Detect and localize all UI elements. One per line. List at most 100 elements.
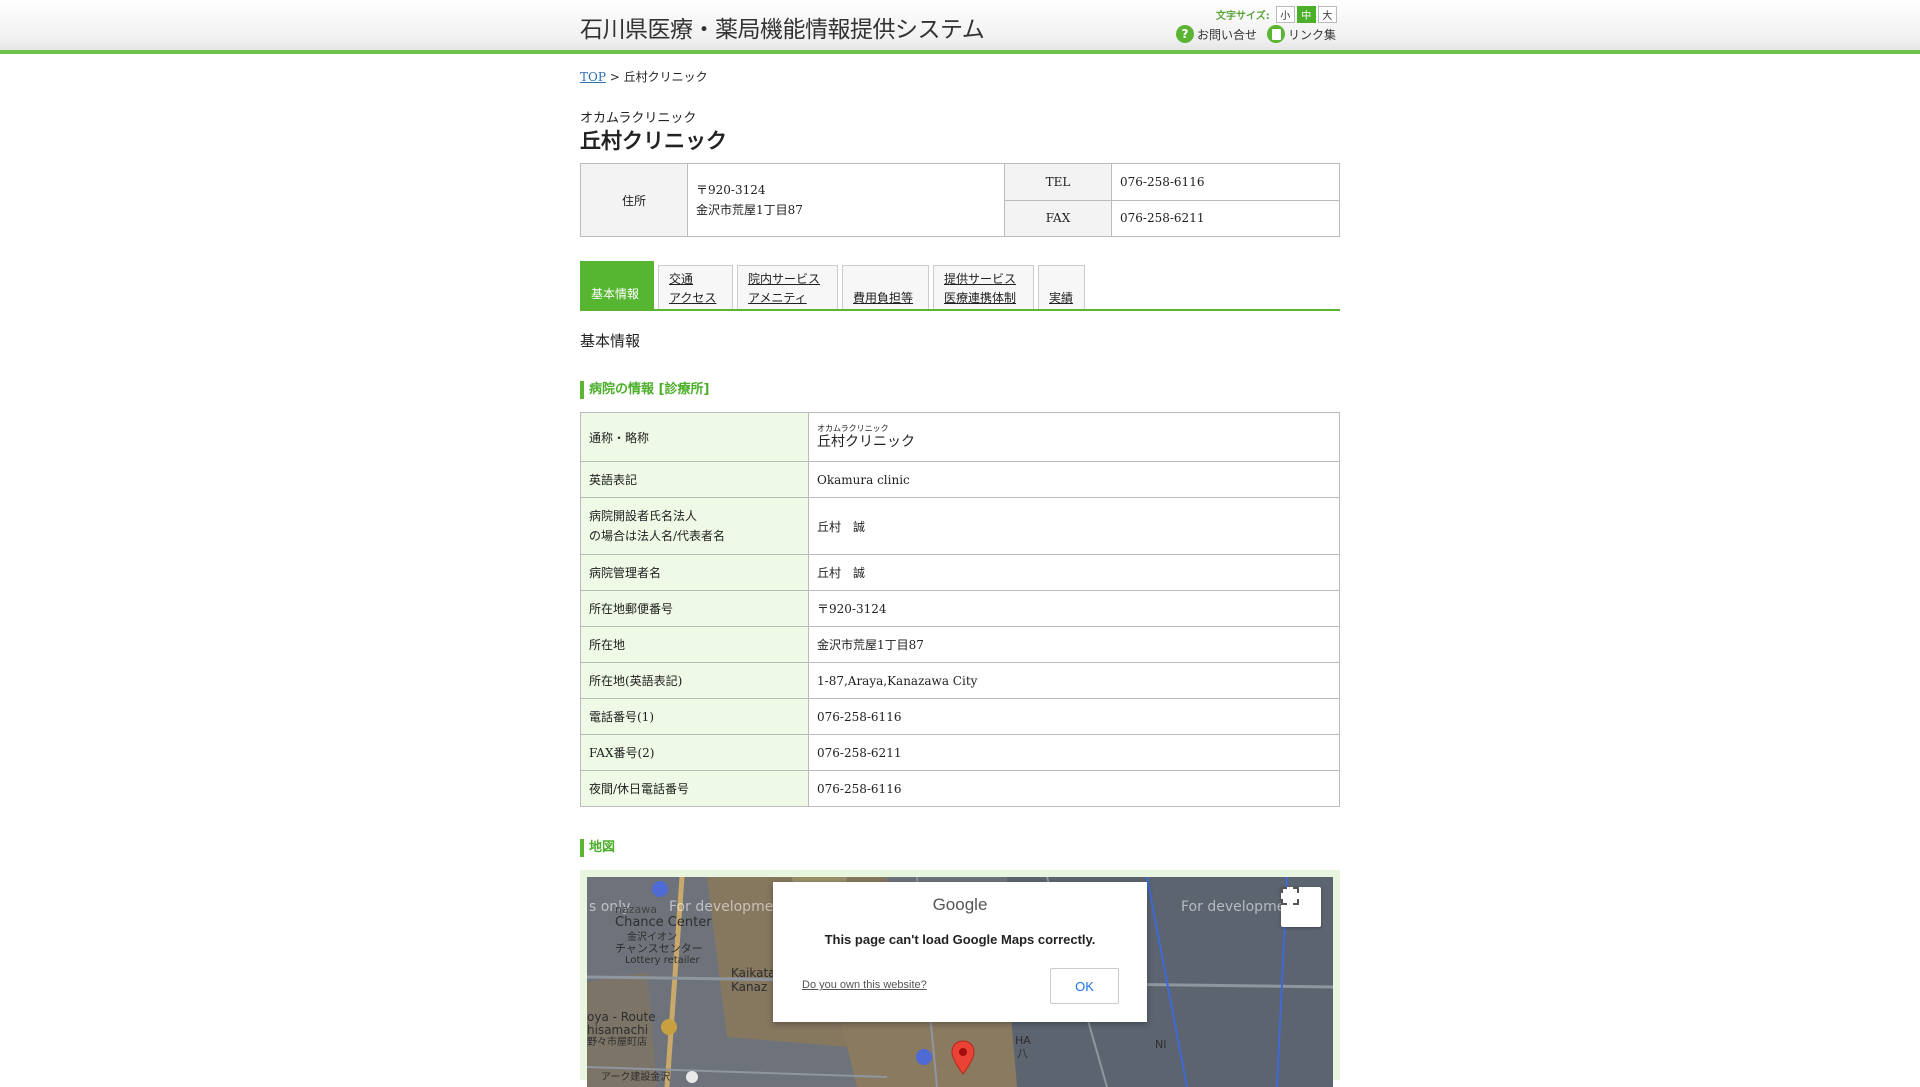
poi-icon bbox=[652, 881, 668, 897]
row-key-line1: 病院開設者氏名法人 bbox=[589, 509, 698, 523]
links-label: リンク集 bbox=[1288, 27, 1337, 42]
table-row: 英語表記 Okamura clinic bbox=[580, 461, 1340, 498]
row-value: オカムラクリニック 丘村クリニック bbox=[808, 412, 1340, 462]
map-label-lottery: Lottery retailer bbox=[625, 955, 700, 966]
table-row: 所在地 金沢市荒屋1丁目87 bbox=[580, 626, 1340, 663]
contact-link[interactable]: ? お問い合せ bbox=[1176, 25, 1257, 43]
map-label-shisa: hisamachi bbox=[587, 1023, 649, 1037]
row-key: 夜間/休日電話番号 bbox=[580, 770, 809, 807]
row-value: 丘村 誠 bbox=[808, 497, 1340, 555]
header-links: ? お問い合せ リンク集 bbox=[1176, 25, 1336, 43]
map-label-kaikata: Kaikata bbox=[731, 966, 776, 980]
section-title: 基本情報 bbox=[580, 332, 641, 350]
row-value: Okamura clinic bbox=[808, 461, 1340, 498]
google-logo: Google bbox=[932, 895, 988, 914]
map-label-shop: 野々市屋町店 bbox=[587, 1037, 647, 1048]
dev-watermark-right: For developme bbox=[1181, 899, 1286, 915]
tel-value: 076-258-6116 bbox=[1111, 163, 1340, 201]
row-key: 所在地(英語表記) bbox=[580, 662, 809, 699]
row-value: 金沢市荒屋1丁目87 bbox=[808, 626, 1340, 663]
table-row: 所在地(英語表記) 1-87,Araya,Kanazawa City bbox=[580, 662, 1340, 699]
fullscreen-icon bbox=[1281, 887, 1299, 905]
own-website-link[interactable]: Do you own this website? bbox=[802, 979, 927, 991]
table-row: 電話番号(1) 076-258-6116 bbox=[580, 698, 1340, 735]
ok-button[interactable]: OK bbox=[1050, 968, 1119, 1004]
map-label-chance-jp: チャンスセンター bbox=[615, 942, 703, 955]
font-size-large-button[interactable]: 大 bbox=[1317, 6, 1337, 23]
tab-results-label: 実績 bbox=[1049, 291, 1074, 305]
font-size-medium-button[interactable]: 中 bbox=[1296, 6, 1316, 23]
row-value: 076-258-6116 bbox=[808, 770, 1340, 807]
table-row: FAX番号(2) 076-258-6211 bbox=[580, 734, 1340, 771]
row-value: 076-258-6211 bbox=[808, 734, 1340, 771]
map-label-ha-jp: 八 bbox=[1017, 1047, 1028, 1060]
map-label-kanaz: Kanaz bbox=[731, 980, 768, 994]
tel-label: TEL bbox=[1004, 163, 1112, 201]
site-header: 石川県医療・薬局機能情報提供システム 文字サイズ: 小 中 大 ? お問い合せ … bbox=[0, 0, 1920, 54]
atm-icon bbox=[916, 1049, 932, 1065]
font-size-label: 文字サイズ: bbox=[1216, 11, 1270, 22]
table-row: 通称・略称 オカムラクリニック 丘村クリニック bbox=[580, 412, 1340, 462]
map-label-route: oya - Route bbox=[587, 1010, 656, 1024]
document-icon bbox=[1267, 25, 1286, 43]
tab-access-line1: 交通 bbox=[669, 272, 694, 286]
map-label-ha: HA bbox=[1015, 1034, 1031, 1047]
tab-services-line1: 提供サービス bbox=[944, 272, 1017, 286]
map-heading: 地図 bbox=[580, 839, 615, 857]
hospital-info-heading: 病院の情報 [診療所] bbox=[580, 381, 709, 399]
tab-results[interactable]: 実績 bbox=[1038, 265, 1085, 309]
fax-value: 076-258-6211 bbox=[1111, 199, 1340, 237]
tab-services[interactable]: 提供サービス 医療連携体制 bbox=[933, 265, 1034, 309]
font-size-small-button[interactable]: 小 bbox=[1275, 6, 1295, 23]
maps-error-dialog: Google This page can't load Google Maps … bbox=[773, 882, 1147, 1022]
tab-amenity-line1: 院内サービス bbox=[748, 272, 821, 286]
site-title[interactable]: 石川県医療・薬局機能情報提供システム bbox=[580, 10, 985, 44]
table-row: 所在地郵便番号 〒920-3124 bbox=[580, 590, 1340, 627]
tab-amenity[interactable]: 院内サービス アメニティ bbox=[737, 265, 838, 309]
dev-watermark-mid: For developme bbox=[669, 899, 774, 915]
tab-basic-info[interactable]: 基本情報 bbox=[580, 261, 654, 309]
map-label-chance-en: Chance Center bbox=[615, 915, 712, 930]
map-marker-icon[interactable] bbox=[951, 1040, 975, 1076]
restaurant-icon bbox=[661, 1019, 677, 1035]
summary-postal: 〒920-3124 bbox=[696, 183, 766, 197]
table-row: 病院管理者名 丘村 誠 bbox=[580, 554, 1340, 591]
breadcrumb-top-link[interactable]: TOP bbox=[580, 70, 606, 84]
summary-address: 金沢市荒屋1丁目87 bbox=[696, 203, 803, 217]
tab-services-line2: 医療連携体制 bbox=[944, 291, 1017, 305]
row-value: 丘村 誠 bbox=[808, 554, 1340, 591]
row-value: 1-87,Araya,Kanazawa City bbox=[808, 662, 1340, 699]
fax-label: FAX bbox=[1004, 199, 1112, 237]
breadcrumb-current: 丘村クリニック bbox=[623, 70, 708, 84]
fullscreen-button[interactable] bbox=[1281, 887, 1321, 927]
row-key-line2: の場合は法人名/代表者名 bbox=[589, 529, 726, 543]
row-value: 076-258-6116 bbox=[808, 698, 1340, 735]
map-label-bottom: アーク建設金沢 bbox=[601, 1072, 671, 1083]
hospital-info-table: 通称・略称 オカムラクリニック 丘村クリニック 英語表記 Okamura cli… bbox=[580, 412, 1340, 807]
question-icon: ? bbox=[1176, 25, 1194, 43]
row-key: 電話番号(1) bbox=[580, 698, 809, 735]
tab-cost[interactable]: 費用負担等 bbox=[842, 265, 929, 309]
tab-basic-info-label: 基本情報 bbox=[591, 287, 640, 301]
address-cell: 〒920-3124 金沢市荒屋1丁目87 bbox=[687, 163, 1005, 237]
map-label-ni: NI bbox=[1155, 1038, 1167, 1051]
row-key: 英語表記 bbox=[580, 461, 809, 498]
maps-error-message: This page can't load Google Maps correct… bbox=[824, 932, 1096, 947]
row-key: FAX番号(2) bbox=[580, 734, 809, 771]
tab-access-line2: アクセス bbox=[669, 291, 717, 305]
links-link[interactable]: リンク集 bbox=[1267, 25, 1336, 43]
tab-access[interactable]: 交通 アクセス bbox=[658, 265, 733, 309]
font-size-switcher: 文字サイズ: 小 中 大 bbox=[1216, 6, 1337, 23]
breadcrumb-separator: > bbox=[609, 70, 620, 84]
row-key: 病院管理者名 bbox=[580, 554, 809, 591]
table-row: 病院開設者氏名法人 の場合は法人名/代表者名 丘村 誠 bbox=[580, 497, 1340, 555]
name-ruby: オカムラクリニック bbox=[817, 424, 889, 433]
address-label: 住所 bbox=[580, 163, 688, 237]
facility-name-kana: オカムラクリニック bbox=[580, 111, 697, 126]
row-key: 所在地郵便番号 bbox=[580, 590, 809, 627]
summary-table: 住所 〒920-3124 金沢市荒屋1丁目87 TEL 076-258-6116… bbox=[580, 163, 1340, 237]
row-key: 病院開設者氏名法人 の場合は法人名/代表者名 bbox=[580, 497, 809, 555]
facility-name: 丘村クリニック bbox=[580, 129, 727, 153]
row-key: 通称・略称 bbox=[580, 412, 809, 462]
tab-amenity-line2: アメニティ bbox=[748, 291, 807, 305]
